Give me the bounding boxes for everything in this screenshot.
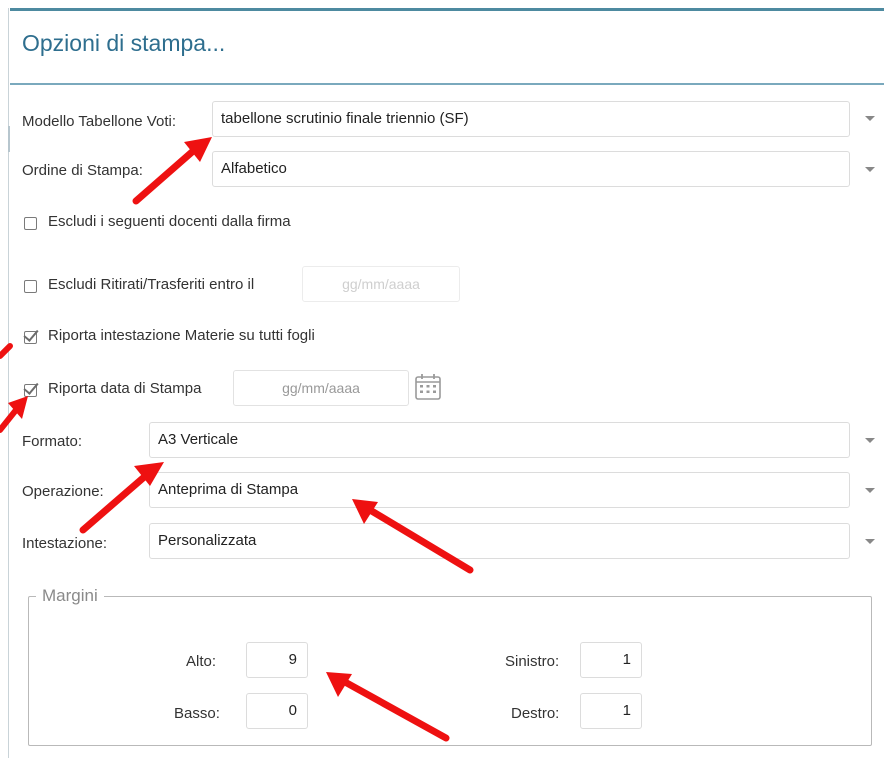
escludi-ritirati-date-input[interactable]: gg/mm/aaaa (302, 266, 460, 302)
operazione-select[interactable]: Anteprima di Stampa (149, 472, 850, 508)
margin-basso-label: Basso: (174, 705, 220, 722)
margin-basso-input[interactable]: 0 (246, 693, 308, 729)
left-edge-marker (8, 126, 10, 152)
operazione-label: Operazione: (22, 483, 104, 500)
riporta-data-label: Riporta data di Stampa (48, 380, 202, 397)
intestazione-label: Intestazione: (22, 535, 108, 552)
intestazione-chevron-down-icon[interactable] (865, 539, 875, 544)
riporta-data-checkbox[interactable] (23, 379, 39, 397)
escludi-ritirati-checkbox[interactable] (24, 280, 37, 293)
modello-label: Modello Tabellone Voti: (22, 113, 176, 130)
margin-alto-label: Alto: (186, 653, 217, 670)
riporta-intestazione-checkbox[interactable] (23, 326, 39, 344)
margin-destro-input[interactable]: 1 (580, 693, 642, 729)
calendar-icon[interactable] (414, 372, 444, 402)
formato-chevron-down-icon[interactable] (865, 438, 875, 443)
operazione-chevron-down-icon[interactable] (865, 488, 875, 493)
annotation-arrow (132, 137, 212, 205)
annotation-arrow (0, 396, 28, 433)
ordine-chevron-down-icon[interactable] (865, 167, 875, 172)
ordine-select[interactable]: Alfabetico (212, 151, 850, 187)
margin-sinistro-label: Sinistro: (505, 653, 560, 670)
top-accent-line (10, 8, 884, 11)
margini-legend: Margini (36, 586, 104, 606)
escludi-docenti-label: Escludi i seguenti docenti dalla firma (48, 213, 291, 230)
checkmark-icon (23, 326, 39, 342)
formato-select[interactable]: A3 Verticale (149, 422, 850, 458)
intestazione-select[interactable]: Personalizzata (149, 523, 850, 559)
margin-sinistro-input[interactable]: 1 (580, 642, 642, 678)
escludi-ritirati-label: Escludi Ritirati/Trasferiti entro il (48, 276, 255, 293)
left-border (8, 8, 9, 758)
margin-alto-input[interactable]: 9 (246, 642, 308, 678)
escludi-docenti-checkbox[interactable] (24, 217, 37, 230)
margini-fieldset (28, 596, 872, 746)
riporta-intestazione-label: Riporta intestazione Materie su tutti fo… (48, 327, 315, 344)
ordine-label: Ordine di Stampa: (22, 162, 143, 179)
dialog-title: Opzioni di stampa... (22, 30, 226, 56)
formato-label: Formato: (22, 433, 83, 450)
checkmark-icon (23, 379, 39, 395)
modello-chevron-down-icon[interactable] (865, 116, 875, 121)
modello-select[interactable]: tabellone scrutinio finale triennio (SF) (212, 101, 850, 137)
riporta-data-date-input[interactable]: gg/mm/aaaa (233, 370, 409, 406)
title-divider (10, 83, 884, 85)
margin-destro-label: Destro: (511, 705, 560, 722)
